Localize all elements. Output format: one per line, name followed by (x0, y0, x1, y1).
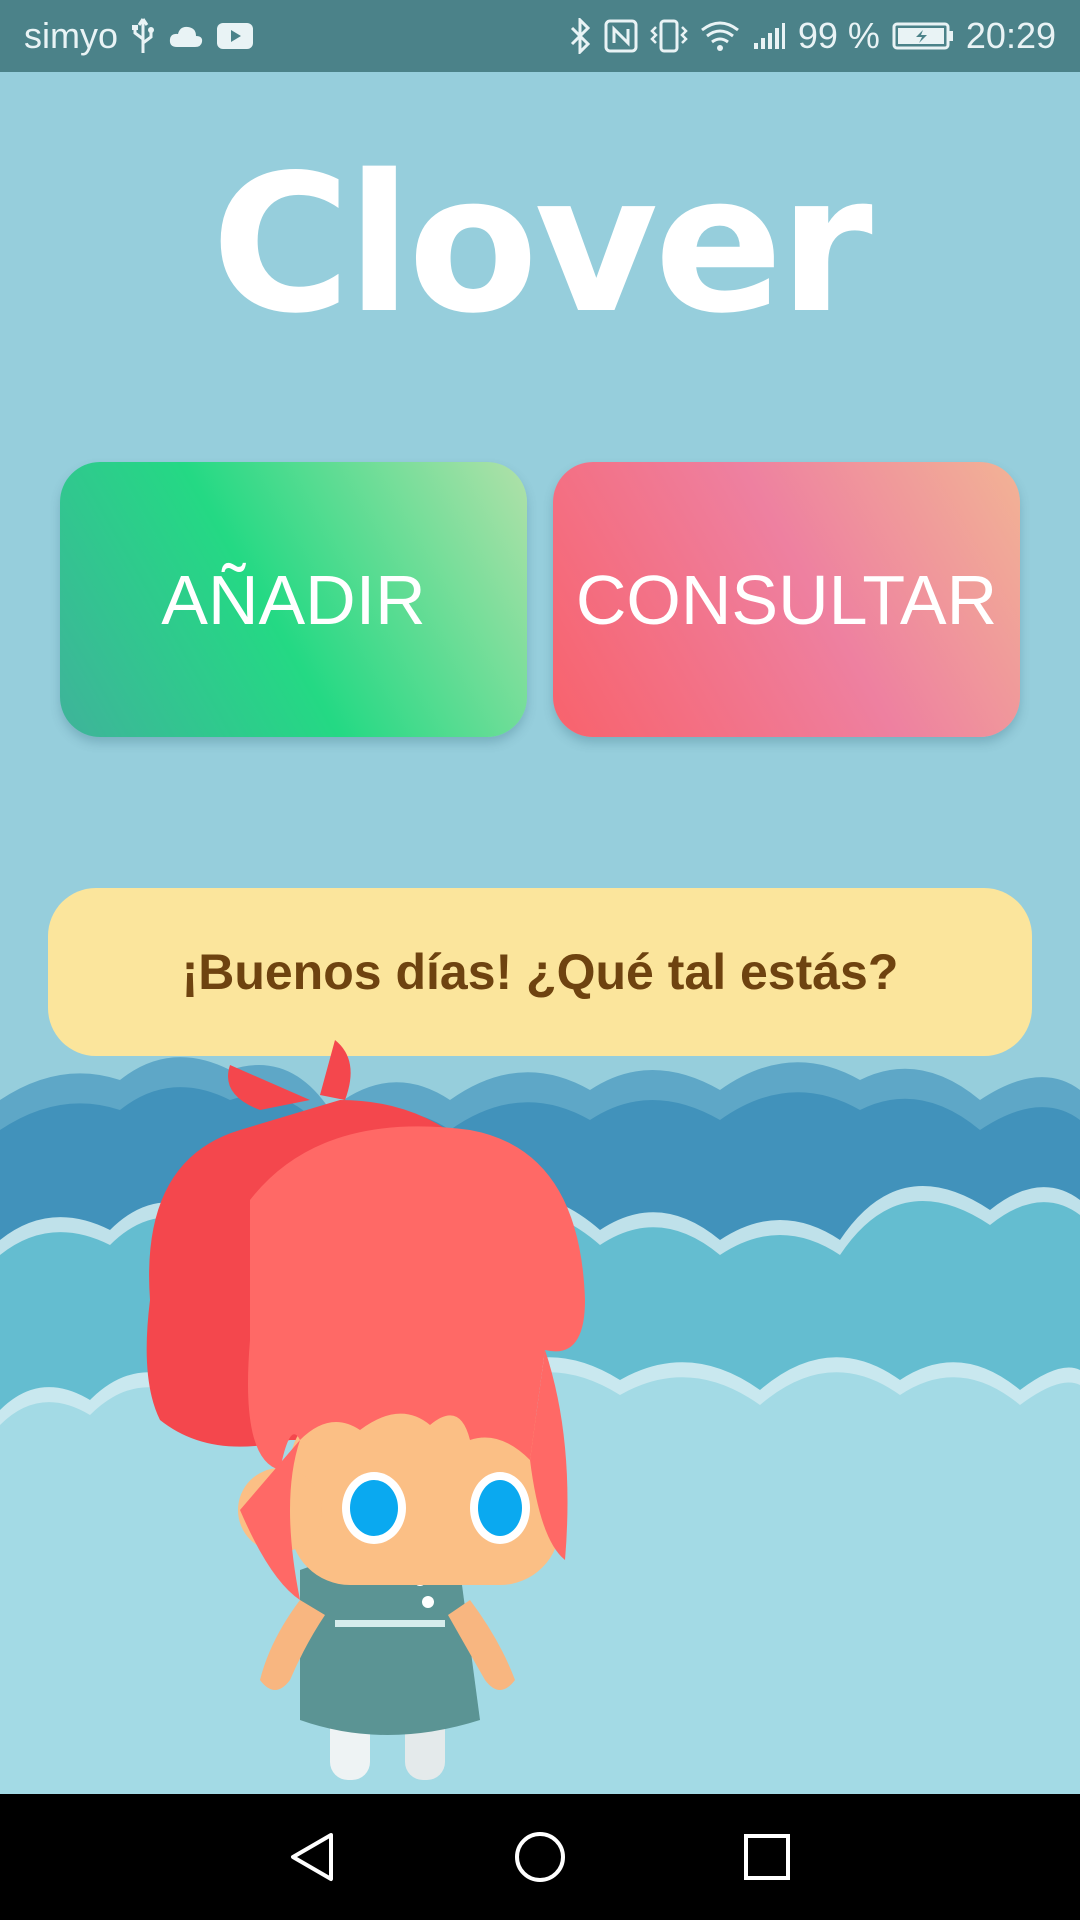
cloud-icon (168, 23, 204, 49)
battery-percent: 99 % (797, 15, 880, 56)
status-left: simyo (24, 15, 254, 57)
clock: 20:29 (965, 15, 1056, 56)
youtube-icon (216, 21, 254, 51)
usb-icon (130, 17, 156, 55)
carrier-name: simyo (24, 15, 119, 56)
status-right: 99 % 20:29 (568, 15, 1056, 57)
vibrate-icon (650, 19, 688, 53)
add-button[interactable]: AÑADIR (60, 462, 527, 737)
clouds-illustration (0, 1040, 1080, 1794)
status-bar: simyo 99 % 20:29 (0, 0, 1080, 72)
bluetooth-icon (568, 18, 592, 54)
home-icon[interactable] (490, 1807, 590, 1907)
recents-icon[interactable] (717, 1807, 817, 1907)
back-icon[interactable] (263, 1807, 363, 1907)
battery-icon (892, 21, 954, 51)
consult-button[interactable]: CONSULTAR (553, 462, 1020, 737)
greeting-text: ¡Buenos días! ¿Qué tal estás? (181, 944, 899, 1000)
signal-icon (752, 21, 786, 51)
scene-illustration (0, 1040, 1080, 1794)
navigation-bar (0, 1794, 1080, 1920)
app-title: Clover (211, 134, 873, 355)
wifi-icon (700, 20, 740, 52)
greeting-banner: ¡Buenos días! ¿Qué tal estás? (48, 888, 1032, 1056)
nfc-icon (604, 19, 638, 53)
